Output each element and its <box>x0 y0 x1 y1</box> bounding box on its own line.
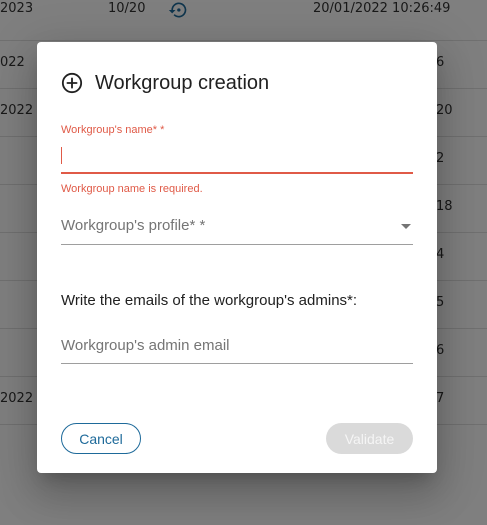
dialog-header: Workgroup creation <box>61 70 269 96</box>
admin-email-placeholder: Workgroup's admin email <box>61 337 230 354</box>
workgroup-name-error: Workgroup name is required. <box>61 183 203 195</box>
workgroup-name-label: Workgroup's name* * <box>61 124 165 136</box>
admin-email-underline <box>61 363 413 364</box>
workgroup-name-underline <box>61 172 413 174</box>
admin-email-field[interactable]: Workgroup's admin email <box>61 334 413 366</box>
text-caret <box>61 147 62 164</box>
validate-button[interactable]: Validate <box>326 423 413 454</box>
dialog-title: Workgroup creation <box>95 71 270 94</box>
workgroup-name-field[interactable]: Workgroup's name* * Workgroup name is re… <box>61 124 413 199</box>
workgroup-creation-dialog: Workgroup creation Workgroup's name* * W… <box>37 42 437 473</box>
admins-section-label: Write the emails of the workgroup's admi… <box>61 292 358 309</box>
cancel-button[interactable]: Cancel <box>61 423 141 454</box>
workgroup-profile-placeholder: Workgroup's profile* * <box>61 217 206 234</box>
add-circle-icon <box>61 72 83 94</box>
dropdown-arrow-icon[interactable] <box>401 224 411 229</box>
workgroup-profile-underline <box>61 244 413 245</box>
workgroup-profile-select[interactable]: Workgroup's profile* * <box>61 214 413 246</box>
